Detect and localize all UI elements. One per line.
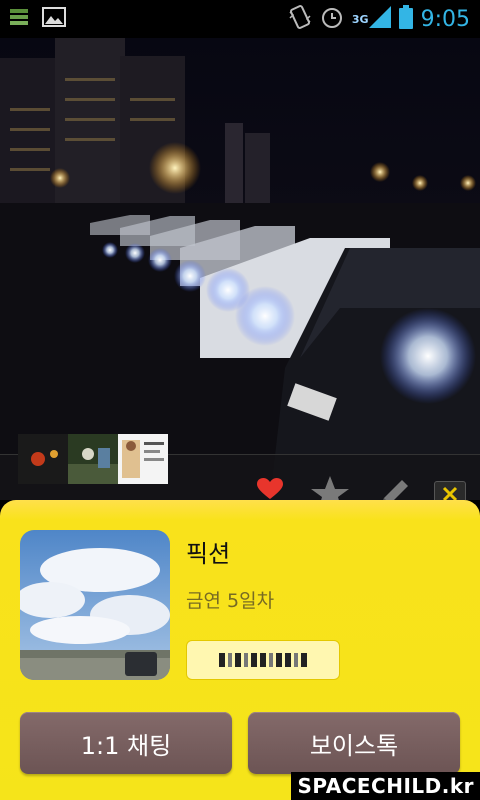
status-message: 금연 5일차: [186, 590, 275, 612]
avatar[interactable]: [20, 530, 170, 680]
phone-number-box: [186, 640, 340, 680]
thumbnail-poster[interactable]: [118, 434, 168, 484]
close-icon: [442, 486, 458, 500]
alarm-icon: [320, 5, 344, 33]
heart-icon: [257, 478, 283, 500]
signal-icon: [368, 6, 391, 32]
favorite-button[interactable]: [310, 474, 350, 500]
network-type-label: 3G: [351, 13, 369, 26]
night-cars-photo: [0, 38, 480, 500]
voice-talk-button[interactable]: 보이스톡: [248, 712, 460, 774]
vibrate-icon: [288, 4, 312, 34]
status-bar: 3G 9:05: [0, 0, 480, 38]
thumbnail-people[interactable]: [68, 434, 118, 484]
status-time: 9:05: [420, 6, 470, 32]
close-button[interactable]: [434, 481, 466, 500]
chat-button[interactable]: 1:1 채팅: [20, 712, 232, 774]
gift-button[interactable]: 선물: [250, 478, 290, 500]
gallery-icon: [42, 7, 66, 31]
phone-redaction: [219, 653, 225, 667]
profile-name: 픽션: [186, 540, 231, 568]
profile-panel: 픽션 금연 5일차 1:1 채팅 보이스톡: [0, 500, 480, 800]
watermark: SPACECHILD.kr: [291, 772, 480, 800]
notification-list-icon: [10, 8, 28, 30]
edit-button[interactable]: [374, 474, 414, 500]
thumbnail-night-street[interactable]: [18, 434, 68, 484]
thumbnail-list: [18, 434, 168, 484]
background-photo[interactable]: 선물: [0, 38, 480, 500]
battery-icon: [398, 5, 413, 33]
